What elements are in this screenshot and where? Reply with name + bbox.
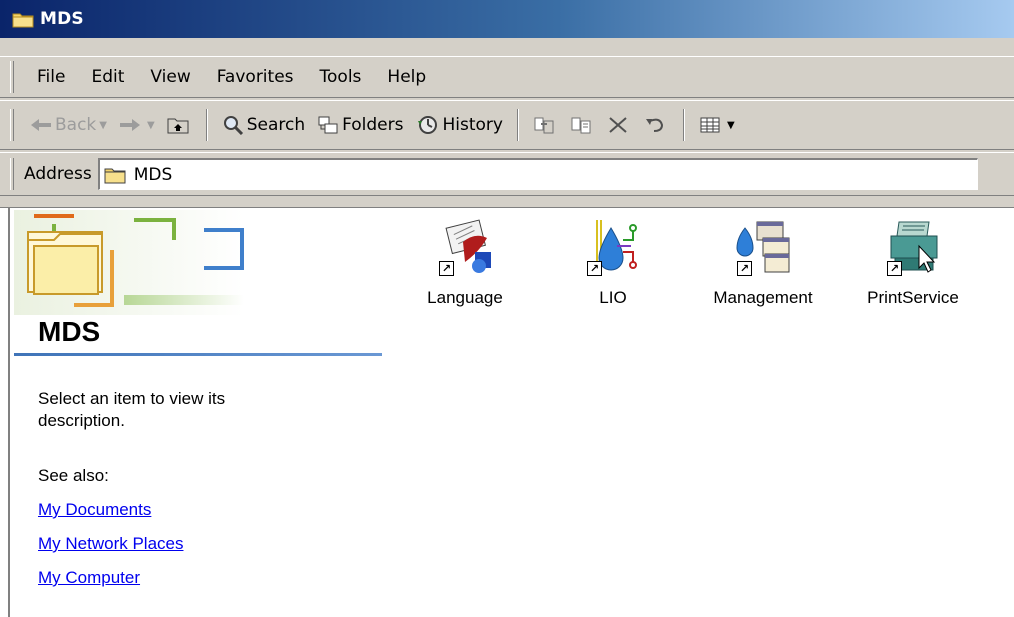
link-my-documents[interactable]: My Documents [38, 500, 151, 520]
panel-folder-title: MDS [38, 316, 101, 347]
file-label: LIO [599, 288, 627, 307]
standard-toolbar: Back ▼ ▼ Search Folders History ▼ [0, 100, 1014, 150]
back-arrow-icon [30, 117, 52, 133]
views-button[interactable]: ▼ [693, 107, 741, 143]
web-view-panel: MDS Select an item to view its descripti… [14, 210, 384, 610]
folder-banner-graphic [14, 210, 244, 315]
printservice-shortcut-icon: ↗ [883, 218, 943, 278]
search-label: Search [246, 115, 306, 135]
menu-bar: File Edit View Favorites Tools Help [0, 56, 1014, 98]
address-input[interactable]: MDS [97, 158, 978, 190]
file-label: Management [713, 288, 813, 307]
folders-icon [317, 115, 339, 135]
views-icon [699, 115, 721, 135]
copy-to-button[interactable] [564, 107, 601, 143]
move-to-button[interactable] [527, 107, 564, 143]
content-left-edge [8, 208, 10, 617]
file-item-language[interactable]: ↗ Language [400, 218, 530, 308]
file-label: PrintService [867, 288, 959, 307]
back-label: Back [55, 115, 97, 135]
toolbar-separator [682, 109, 685, 141]
toolbar-separator [516, 109, 519, 141]
see-also-label: See also: [38, 466, 109, 485]
language-shortcut-icon: ↗ [435, 218, 495, 278]
lio-shortcut-icon: ↗ [583, 218, 643, 278]
menu-edit[interactable]: Edit [78, 67, 137, 87]
window-chrome: File Edit View Favorites Tools Help Back… [0, 38, 1014, 202]
copy-to-icon [570, 115, 592, 135]
menu-tools[interactable]: Tools [307, 67, 375, 87]
menu-view[interactable]: View [137, 67, 203, 87]
move-to-icon [533, 115, 555, 135]
link-my-network-places[interactable]: My Network Places [38, 534, 183, 554]
forward-button[interactable]: ▼ [113, 107, 161, 143]
file-label: Language [427, 288, 503, 307]
panel-title-rule [14, 353, 382, 356]
history-label: History [442, 115, 503, 135]
up-folder-button[interactable] [161, 107, 198, 143]
file-item-management[interactable]: ↗ Management [698, 218, 828, 308]
menu-favorites[interactable]: Favorites [204, 67, 307, 87]
address-bar: Address MDS [0, 152, 1014, 196]
up-folder-icon [167, 116, 189, 134]
address-label: Address [24, 164, 92, 184]
history-button[interactable]: History [410, 107, 509, 143]
back-dropdown-icon[interactable]: ▼ [99, 120, 107, 131]
shortcut-overlay-icon: ↗ [737, 261, 752, 276]
back-button[interactable]: Back ▼ [24, 107, 113, 143]
addressbar-grip[interactable] [10, 158, 14, 190]
views-dropdown-icon[interactable]: ▼ [727, 120, 735, 131]
undo-icon [644, 115, 666, 135]
folders-label: Folders [342, 115, 404, 135]
shortcut-overlay-icon: ↗ [439, 261, 454, 276]
forward-dropdown-icon[interactable]: ▼ [147, 120, 155, 131]
undo-button[interactable] [638, 107, 675, 143]
search-button[interactable]: Search [216, 107, 311, 143]
link-my-computer[interactable]: My Computer [38, 568, 140, 588]
delete-button[interactable] [601, 107, 638, 143]
toolbar-grip[interactable] [10, 109, 14, 141]
delete-x-icon [607, 115, 629, 135]
file-item-lio[interactable]: ↗ LIO [548, 218, 678, 308]
window-title: MDS [40, 9, 84, 29]
shortcut-overlay-icon: ↗ [887, 261, 902, 276]
title-bar[interactable]: MDS [0, 0, 1014, 38]
forward-arrow-icon [119, 117, 141, 133]
panel-description: Select an item to view its description. [38, 389, 226, 430]
shortcut-overlay-icon: ↗ [587, 261, 602, 276]
address-value: MDS [133, 164, 173, 185]
management-shortcut-icon: ↗ [733, 218, 793, 278]
folders-button[interactable]: Folders [311, 107, 409, 143]
history-icon [416, 115, 440, 135]
folder-icon [104, 168, 126, 183]
toolbar-separator [205, 109, 208, 141]
search-icon [222, 115, 244, 135]
menu-file[interactable]: File [24, 67, 78, 87]
menu-help[interactable]: Help [374, 67, 439, 87]
menubar-grip[interactable] [10, 61, 14, 93]
folder-icon [12, 13, 34, 27]
file-item-printservice[interactable]: ↗ PrintService [848, 218, 978, 308]
